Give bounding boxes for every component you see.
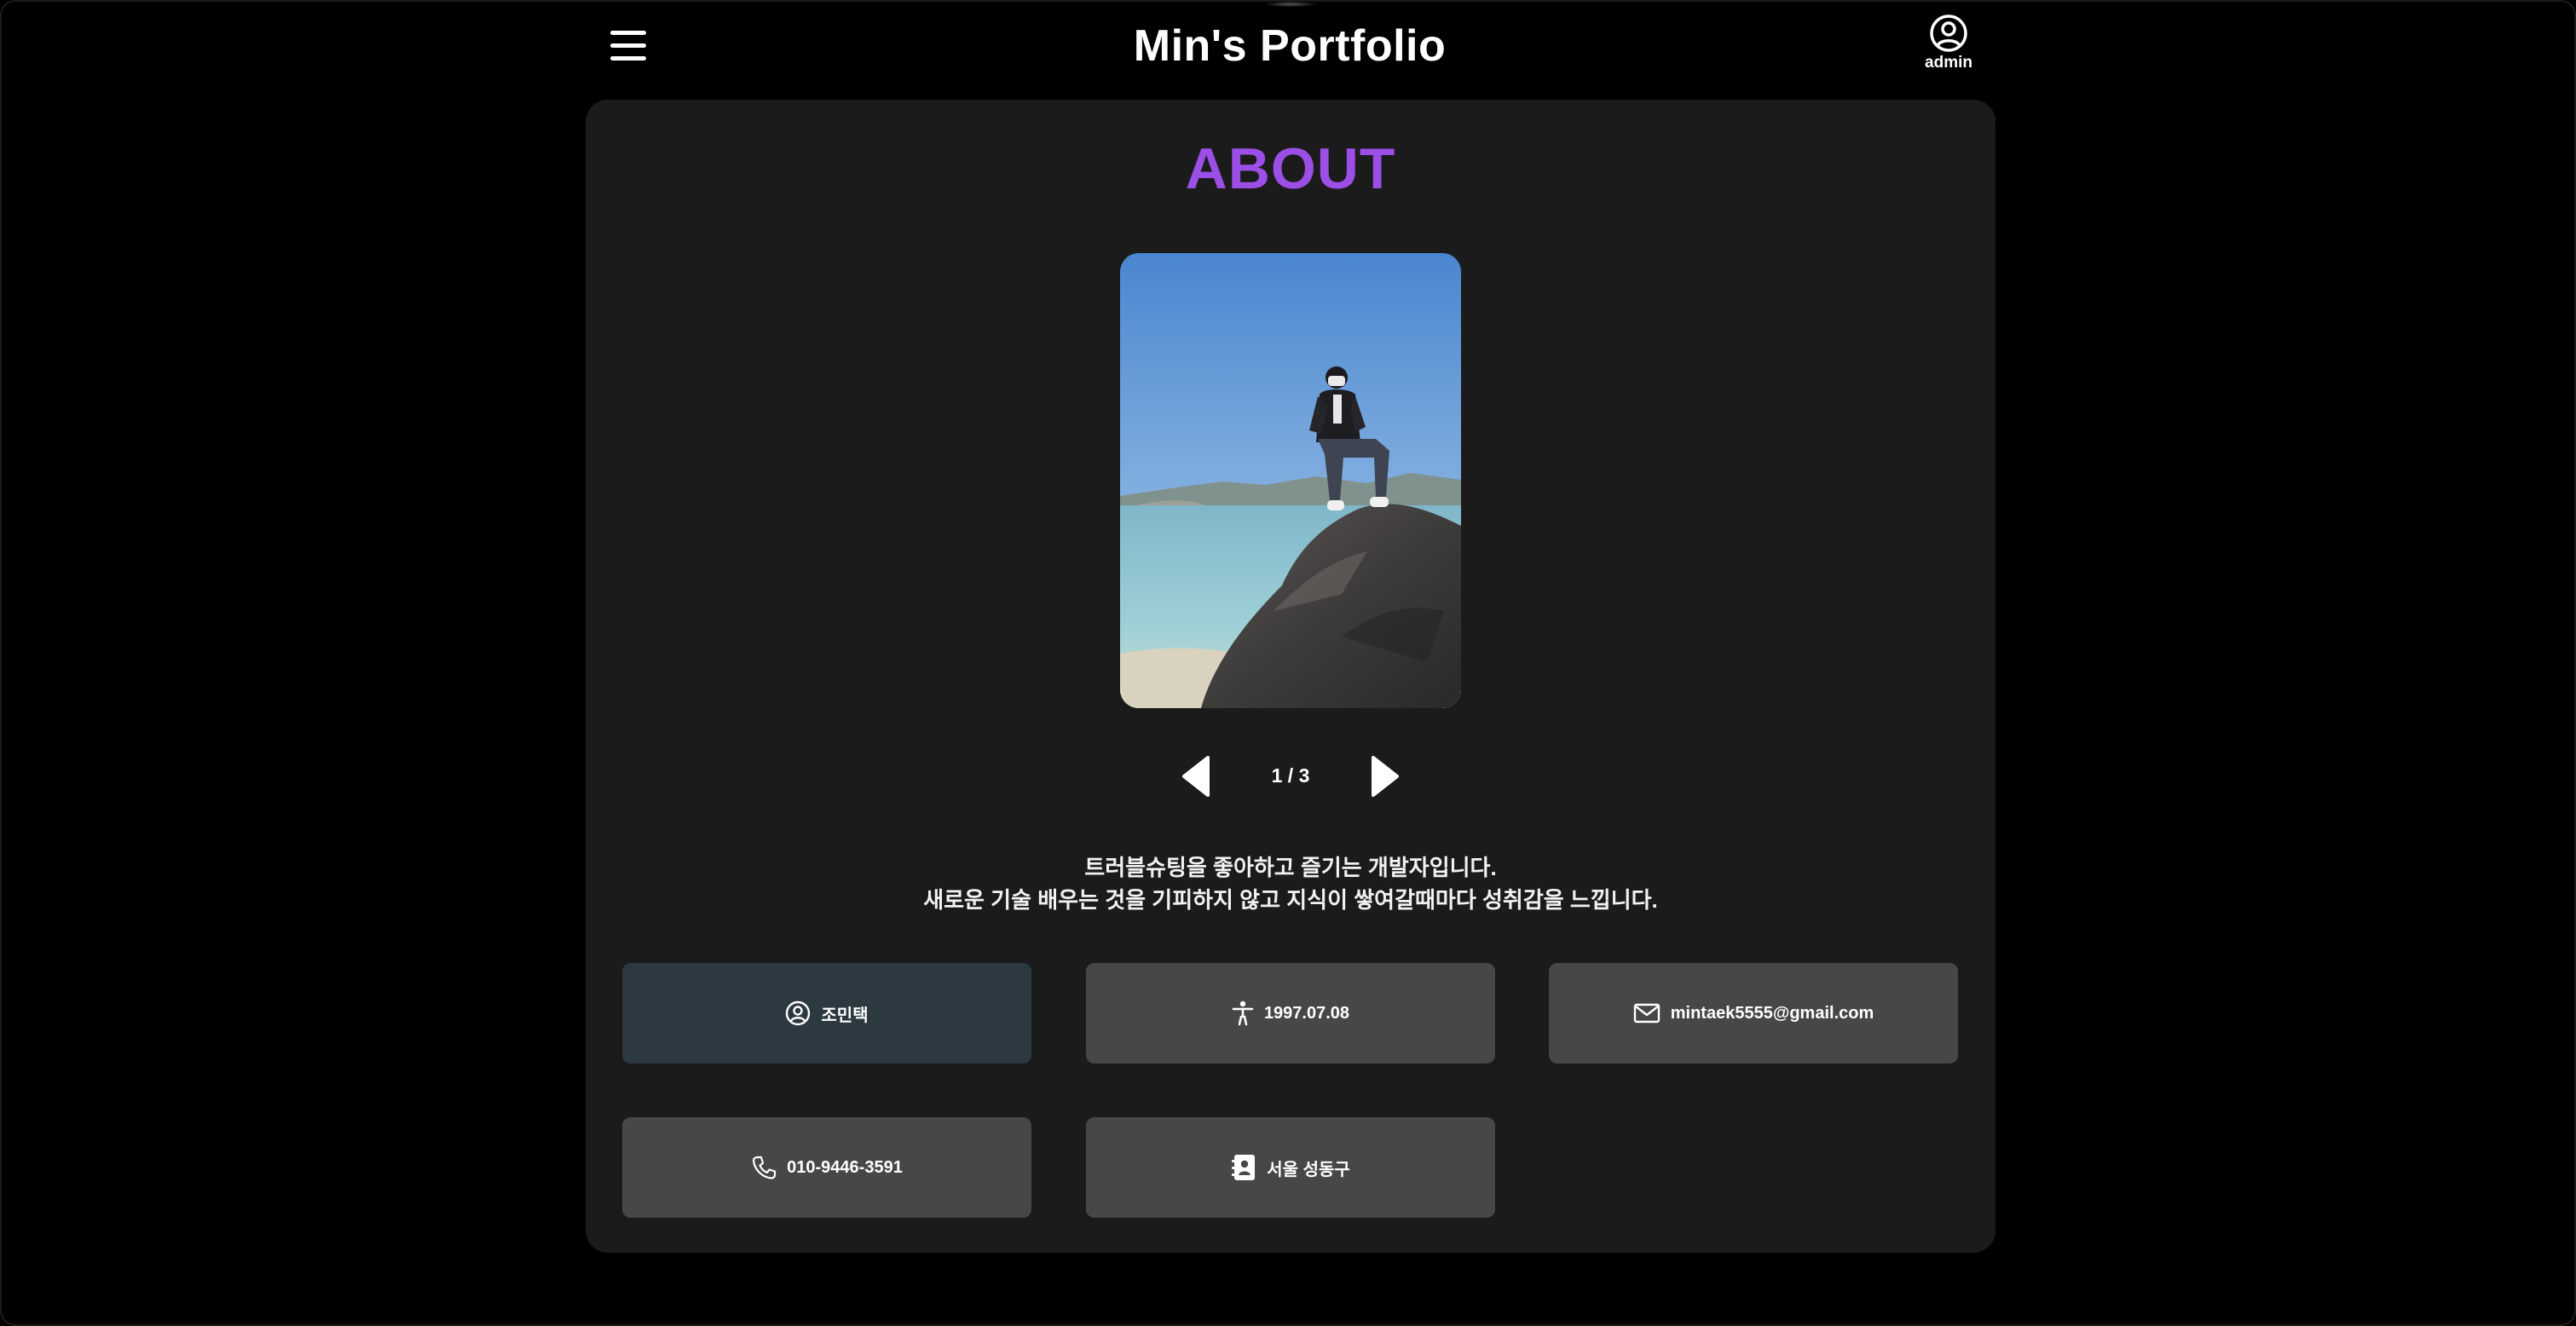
user-circle-icon: [786, 1000, 811, 1026]
hamburger-menu-icon[interactable]: [609, 29, 648, 63]
info-tile-label: 1997.07.08: [1263, 1003, 1350, 1023]
profile-photo-illustration: [1120, 253, 1461, 708]
carousel-page-indicator: 1 / 3: [1271, 764, 1310, 787]
admin-label: admin: [1925, 54, 1972, 72]
intro-line: 새로운 기술 배우는 것을 기피하지 않고 지식이 쌓여갈때마다 성취감을 느낍…: [923, 887, 1658, 913]
triangle-left-icon[interactable]: [1179, 754, 1213, 798]
photo-carousel-controls: 1 / 3: [586, 747, 1996, 805]
site-title[interactable]: Min's Portfolio: [939, 17, 1640, 75]
mail-icon: [1633, 1003, 1660, 1023]
contact-book-icon: [1232, 1155, 1256, 1180]
menu-bar-bottom: [610, 56, 646, 61]
intro-text: 트러블슈팅을 좋아하고 즐기는 개발자입니다. 새로운 기술 배우는 것을 기피…: [586, 851, 1996, 916]
info-tile-label: mintaek5555@gmail.com: [1670, 1003, 1874, 1023]
info-tile-phone[interactable]: 010-9446-3591: [622, 1117, 1031, 1218]
section-title: ABOUT: [1185, 136, 1396, 201]
browser-window: Min's Portfolio admin ABOUT 1 / 3 트러블슈팅을…: [0, 0, 2576, 1326]
intro-line: 트러블슈팅을 좋아하고 즐기는 개발자입니다.: [1084, 855, 1497, 880]
info-tile-label: 010-9446-3591: [787, 1157, 903, 1177]
site-header: Min's Portfolio admin: [2, 2, 2574, 94]
profile-photo: [1120, 253, 1461, 708]
user-circle-icon: [1930, 14, 1967, 52]
admin-account-button[interactable]: admin: [1906, 14, 1991, 78]
info-tile-name[interactable]: 조민택: [622, 963, 1031, 1064]
info-tile-address[interactable]: 서울 성동구: [1086, 1117, 1495, 1218]
triangle-right-icon[interactable]: [1368, 754, 1402, 798]
info-tile-label: 서울 성동구: [1267, 1160, 1350, 1179]
menu-bar-middle: [610, 43, 646, 48]
about-card: ABOUT 1 / 3 트러블슈팅을 좋아하고 즐기는 개발자입니다. 새로운 …: [586, 100, 1996, 1253]
info-tile-birthdate[interactable]: 1997.07.08: [1086, 963, 1495, 1064]
menu-bar-top: [610, 31, 646, 35]
info-tile-email[interactable]: mintaek5555@gmail.com: [1549, 963, 1958, 1064]
phone-icon: [753, 1156, 777, 1179]
person-standing-icon: [1232, 1000, 1254, 1026]
info-tile-label: 조민택: [821, 1006, 869, 1025]
